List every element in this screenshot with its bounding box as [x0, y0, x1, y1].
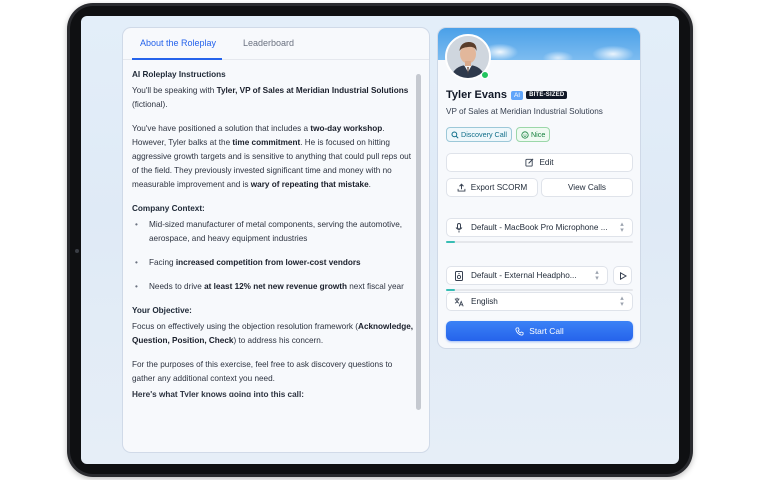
- translate-icon: [453, 297, 465, 307]
- objective-paragraph: Focus on effectively using the objection…: [132, 322, 414, 345]
- tab-about-the-roleplay[interactable]: About the Roleplay: [140, 38, 216, 48]
- camera-icon: [75, 249, 79, 253]
- scrollbar-thumb[interactable]: [416, 74, 421, 410]
- start-call-button[interactable]: Start Call: [446, 321, 633, 341]
- app-screen: About the Roleplay Leaderboard AI Rolepl…: [81, 16, 679, 464]
- tab-bar: About the Roleplay Leaderboard: [123, 28, 429, 60]
- company-context-list: Mid-sized manufacturer of metal componen…: [132, 218, 414, 294]
- ai-badge: AI: [510, 90, 524, 100]
- microphone-level-fill: [446, 241, 456, 243]
- chevron-updown-icon: ▴ ▾: [595, 268, 599, 282]
- list-item: Needs to drive at least 12% net new reve…: [132, 280, 414, 294]
- smile-icon: [521, 130, 529, 139]
- knowledge-heading: Here's what Tyler knows going into this …: [132, 390, 304, 397]
- test-speaker-button[interactable]: [613, 266, 632, 285]
- online-status-dot: [481, 71, 489, 79]
- speaker-select[interactable]: Default - External Headpho... ▴ ▾: [446, 266, 608, 285]
- search-icon: [451, 130, 459, 139]
- play-icon: [619, 271, 627, 280]
- chevron-updown-icon: ▴ ▾: [620, 220, 624, 234]
- export-scorm-button[interactable]: Export SCORM: [446, 178, 538, 197]
- instructions-heading: AI Roleplay Instructions: [132, 70, 226, 79]
- active-tab-indicator: [132, 58, 222, 60]
- speaker-level-meter: [446, 289, 633, 291]
- view-calls-button[interactable]: View Calls: [541, 178, 633, 197]
- phone-icon: [515, 326, 524, 336]
- speaker-level-fill: [446, 289, 456, 291]
- purposes-paragraph: For the purposes of this exercise, feel …: [132, 360, 393, 383]
- tag-nice: Nice: [515, 127, 551, 142]
- speaker-icon: [453, 270, 465, 281]
- tag-list: Discovery Call Nice: [446, 127, 551, 142]
- roleplay-panel: About the Roleplay Leaderboard AI Rolepl…: [123, 28, 429, 452]
- intro-paragraph: You'll be speaking with Tyler, VP of Sal…: [132, 86, 409, 109]
- format-badge: BITE-SIZED: [526, 91, 568, 99]
- scenario-paragraph: You've have positioned a solution that i…: [132, 124, 411, 189]
- edit-button[interactable]: Edit: [446, 153, 633, 172]
- persona-card: Tyler Evans AI BITE-SIZED VP of Sales at…: [438, 28, 640, 348]
- tag-discovery-call: Discovery Call: [446, 127, 512, 142]
- list-item: Mid-sized manufacturer of metal componen…: [132, 218, 414, 246]
- tab-leaderboard[interactable]: Leaderboard: [243, 38, 294, 48]
- persona-name: Tyler Evans: [446, 89, 507, 101]
- objective-heading: Your Objective:: [132, 306, 192, 315]
- microphone-level-meter: [446, 241, 633, 243]
- edit-icon: [525, 158, 534, 167]
- language-select[interactable]: English ▴ ▾: [446, 292, 633, 311]
- persona-header: Tyler Evans AI BITE-SIZED: [446, 88, 568, 102]
- list-item: Facing increased competition from lower-…: [132, 256, 414, 270]
- instructions-content: AI Roleplay Instructions You'll be speak…: [132, 68, 414, 397]
- scrollbar[interactable]: [416, 68, 421, 446]
- microphone-icon: [453, 222, 465, 233]
- microphone-select[interactable]: Default - MacBook Pro Microphone ... ▴ ▾: [446, 218, 633, 237]
- persona-title: VP of Sales at Meridian Industrial Solut…: [446, 107, 603, 116]
- upload-icon: [457, 183, 466, 192]
- chevron-updown-icon: ▴ ▾: [620, 294, 624, 308]
- company-context-heading: Company Context:: [132, 204, 205, 213]
